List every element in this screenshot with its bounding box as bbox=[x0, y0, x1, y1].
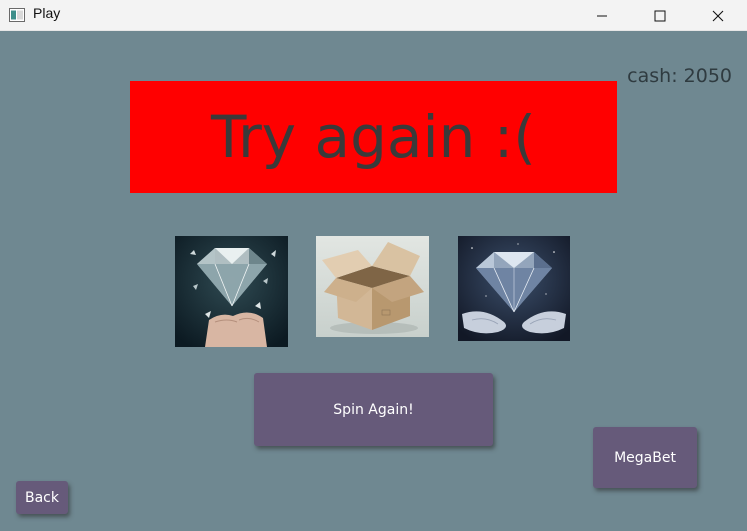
spin-again-button[interactable]: Spin Again! bbox=[254, 373, 493, 446]
back-button[interactable]: Back bbox=[16, 481, 68, 514]
title-bar: Play bbox=[0, 0, 747, 31]
cash-label: cash: 2050 bbox=[627, 65, 732, 87]
slot-3-diamond-over-hands-image bbox=[458, 236, 570, 341]
slot-1-shattered-diamond-image bbox=[175, 236, 288, 347]
maximize-button[interactable] bbox=[631, 0, 689, 31]
slot-2-cardboard-box-image bbox=[316, 236, 429, 337]
minimize-icon bbox=[597, 15, 607, 16]
result-message: Try again :( bbox=[211, 103, 536, 171]
megabet-button[interactable]: MegaBet bbox=[593, 427, 697, 488]
close-button[interactable] bbox=[689, 0, 747, 31]
window-title: Play bbox=[33, 5, 61, 21]
play-area: cash: 2050 Try again :(Spin Again! Mega… bbox=[0, 31, 747, 531]
close-icon bbox=[712, 10, 724, 21]
maximize-icon bbox=[654, 10, 666, 21]
result-banner: Try again :( bbox=[130, 81, 617, 193]
app-icon bbox=[9, 7, 25, 22]
minimize-button[interactable] bbox=[573, 0, 631, 31]
